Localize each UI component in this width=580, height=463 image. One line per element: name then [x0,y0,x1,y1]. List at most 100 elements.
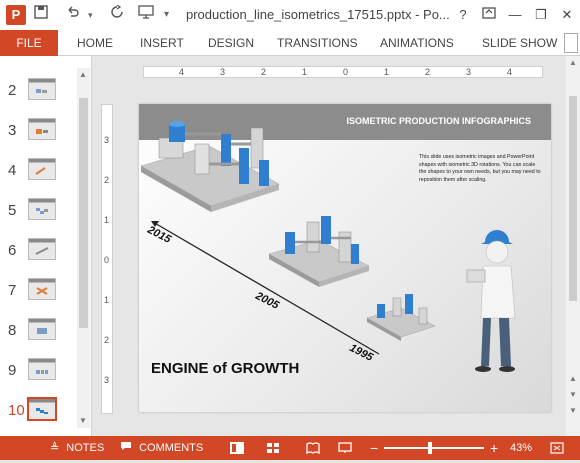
zoom-out-button[interactable]: − [370,436,378,460]
customize-toolbar-icon[interactable]: ▾ [164,5,169,25]
ruler-label: 2 [261,67,267,77]
tab-animations[interactable]: ANIMATIONS [380,30,454,56]
reading-view-button[interactable] [306,436,320,460]
tab-transitions[interactable]: TRANSITIONS [277,30,358,56]
slide-number: 7 [8,282,17,299]
comments-label: COMMENTS [139,442,204,454]
vertical-ruler[interactable]: 3 2 1 0 1 2 3 [101,104,113,414]
comments-button[interactable]: COMMENTS [120,436,203,460]
ruler-label: 0 [104,255,110,265]
slide-thumbnail[interactable]: 9 [0,354,80,390]
ruler-label: 2 [104,175,110,185]
zoom-level[interactable]: 43% [510,436,532,460]
slide-thumbnail[interactable]: 4 [0,154,80,190]
scroll-up-icon[interactable]: ▲ [79,70,87,79]
tab-design[interactable]: DESIGN [208,30,254,56]
machine-cluster-medium [268,216,370,287]
zoom-in-button[interactable]: + [490,436,498,460]
ruler-label: 1 [302,67,308,77]
tab-insert[interactable]: INSERT [140,30,184,56]
tab-slide-show[interactable]: SLIDE SHOW [482,30,557,56]
notes-label: NOTES [66,442,105,454]
ruler-label: 1 [104,295,110,305]
ribbon-scroll-button[interactable] [564,33,578,53]
tab-home[interactable]: HOME [77,30,113,56]
restore-button[interactable]: ❐ [530,4,552,26]
minimize-button[interactable]: — [504,4,526,26]
slide-thumbnail-active[interactable]: 10 [0,394,80,430]
slide-thumbnail-pane: 2 3 4 5 6 7 8 9 10 ▲ ▼ [0,56,92,436]
slide-thumbnail[interactable]: 6 [0,234,80,270]
machine-cluster-large [140,121,280,212]
ruler-label: 4 [179,67,185,77]
ruler-label: 1 [384,67,390,77]
powerpoint-app-icon[interactable]: P [6,5,26,25]
scrollbar-thumb[interactable] [79,98,88,328]
slide-number: 3 [8,122,17,139]
slide-thumbnail-image[interactable] [28,118,56,140]
ruler-label: 3 [104,135,110,145]
engine-of-growth-heading[interactable]: ENGINE of GROWTH [151,360,299,377]
slide-thumbnail-image[interactable] [28,358,56,380]
thumbnail-scrollbar[interactable]: ▲ ▼ [77,68,90,428]
slide-number: 2 [8,82,17,99]
ruler-label: 2 [425,67,431,77]
slide-number: 4 [8,162,17,179]
save-icon[interactable] [34,5,48,25]
slideshow-from-start-icon[interactable] [138,5,154,25]
slide-number: 10 [8,402,25,419]
slide-number: 6 [8,242,17,259]
slide-thumbnail-image[interactable] [28,78,56,100]
engineer-figure [466,230,516,372]
undo-dropdown-icon[interactable]: ▾ [88,5,93,25]
notes-icon: ≜ [50,442,60,454]
slide-thumbnail-image[interactable] [28,238,56,260]
next-slide-icon[interactable]: ▼ [569,390,577,399]
zoom-slider-thumb[interactable] [428,442,432,454]
file-tab[interactable]: FILE [0,30,58,56]
undo-icon[interactable] [66,5,80,25]
document-title: production_line_isometrics_17515.pptx - … [186,7,450,22]
ribbon-tabs: FILE HOME INSERT DESIGN TRANSITIONS ANIM… [0,30,580,56]
normal-view-button[interactable] [230,436,244,460]
ruler-label: 3 [104,375,110,385]
scroll-up-icon[interactable]: ▲ [569,58,577,67]
comment-icon [120,442,135,454]
previous-slide-icon[interactable]: ▲ [569,374,577,383]
help-button[interactable]: ? [452,4,474,26]
slide-thumbnail[interactable]: 8 [0,314,80,350]
ruler-label: 0 [343,67,349,77]
ruler-label: 3 [466,67,472,77]
slide-canvas[interactable]: ISOMETRIC PRODUCTION INFOGRAPHICS This s… [139,104,551,412]
slide-sorter-view-button[interactable] [266,436,280,460]
scrollbar-thumb[interactable] [569,96,577,301]
slide-thumbnail[interactable]: 5 [0,194,80,230]
editor-scrollbar[interactable]: ▲ ▲ ▼ ▼ [566,56,580,436]
slide-show-view-button[interactable] [338,436,352,460]
slide-number: 5 [8,202,17,219]
zoom-slider[interactable] [384,436,484,460]
ruler-label: 4 [507,67,513,77]
slide-thumbnail-image[interactable] [28,158,56,180]
slide-thumbnail[interactable]: 7 [0,274,80,310]
slide-thumbnail[interactable]: 2 [0,74,80,110]
slide-number: 9 [8,362,17,379]
horizontal-ruler[interactable]: 4 3 2 1 0 1 2 3 4 [143,66,543,78]
redo-icon[interactable] [110,4,124,25]
fit-slide-button[interactable] [550,436,564,460]
slide-number: 8 [8,322,17,339]
ruler-label: 1 [104,215,110,225]
scroll-down-icon[interactable]: ▼ [569,406,577,415]
machine-cluster-small [366,294,436,341]
close-button[interactable]: ✕ [556,4,578,26]
slide-thumbnail[interactable]: 3 [0,114,80,150]
ribbon-display-options-button[interactable] [478,4,500,26]
ruler-label: 2 [104,335,110,345]
slide-thumbnail-image[interactable] [28,198,56,220]
slide-thumbnail-image[interactable] [27,397,57,421]
scroll-down-icon[interactable]: ▼ [79,416,87,425]
ruler-label: 3 [220,67,226,77]
slide-thumbnail-image[interactable] [28,318,56,340]
notes-button[interactable]: ≜ NOTES [50,436,104,460]
slide-thumbnail-image[interactable] [28,278,56,300]
